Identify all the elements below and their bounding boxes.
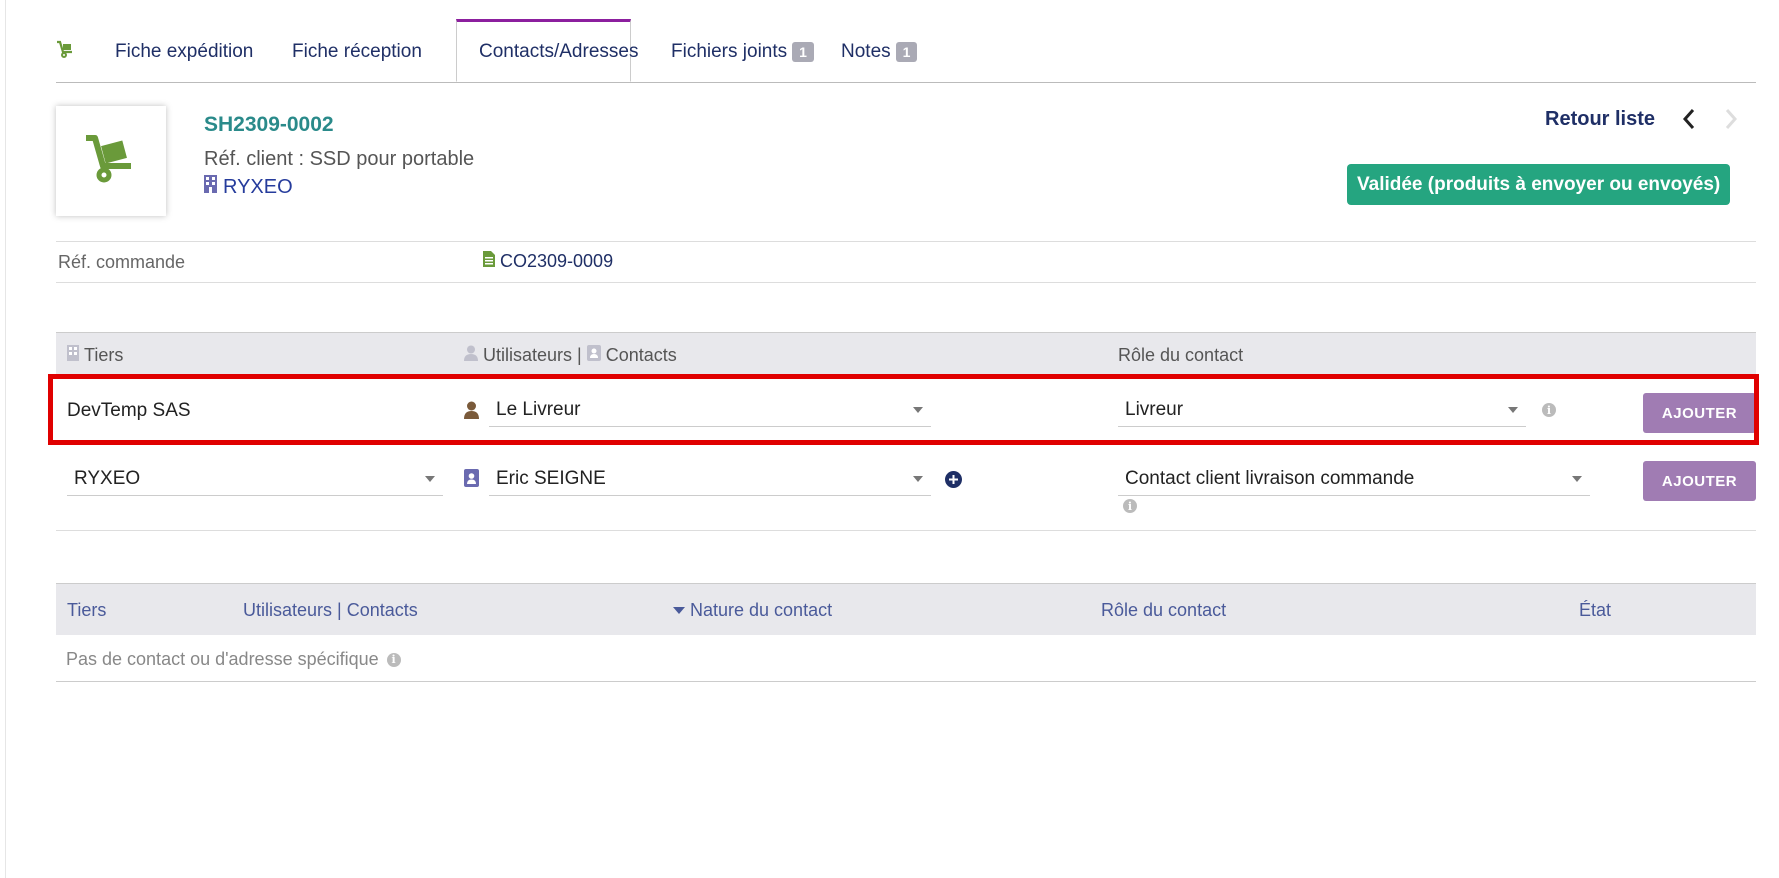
header-tiers[interactable]: Tiers xyxy=(67,600,106,621)
contact-card-icon xyxy=(464,469,479,487)
header-state[interactable]: État xyxy=(1579,600,1611,621)
order-ref-label: Réf. commande xyxy=(58,252,186,272)
chevron-left-icon[interactable] xyxy=(1682,106,1696,137)
contacts-list-header: Tiers Utilisateurs | Contacts Nature du … xyxy=(56,583,1756,635)
count-badge: 1 xyxy=(792,42,814,62)
header-nature-label: Nature du contact xyxy=(690,600,833,620)
tab-fichiers-joints[interactable]: Fichiers joints 1 xyxy=(649,21,836,83)
object-ref: SH2309-0002 xyxy=(204,113,334,136)
contact-select[interactable]: Eric SEIGNE xyxy=(489,462,931,496)
tab-label: Fiche réception xyxy=(292,41,422,62)
header-tiers: Tiers xyxy=(67,345,123,366)
info-icon[interactable]: i xyxy=(1123,499,1137,513)
tab-label: Notes xyxy=(841,41,891,62)
highlight-box xyxy=(48,374,1759,445)
building-icon xyxy=(204,175,217,199)
tab-contacts-adresses[interactable]: Contacts/Adresses xyxy=(456,19,638,82)
header-users-contacts: Utilisateurs | Contacts xyxy=(464,345,677,366)
empty-list-row: Pas de contact ou d'adresse spécifique i xyxy=(56,635,1756,682)
order-ref-link[interactable]: CO2309-0009 xyxy=(483,251,613,272)
tab-shipment-icon[interactable] xyxy=(56,21,76,83)
order-ref-row: Réf. commande CO2309-0009 xyxy=(56,241,1756,283)
tab-label: Fiche expédition xyxy=(115,41,254,62)
sort-down-icon xyxy=(673,607,685,614)
tab-notes[interactable]: Notes 1 xyxy=(819,21,939,83)
tab-fiche-reception[interactable]: Fiche réception xyxy=(270,21,444,83)
chevron-down-icon xyxy=(913,476,923,482)
shipment-cart-icon xyxy=(56,40,76,64)
document-icon xyxy=(483,251,495,272)
chevron-down-icon xyxy=(1572,476,1582,482)
header-separator: | xyxy=(577,345,582,365)
info-icon[interactable]: i xyxy=(386,652,401,667)
role-select-value: Contact client livraison commande xyxy=(1125,467,1415,489)
add-contact-plus-icon[interactable] xyxy=(945,471,962,488)
header-contacts-label: Contacts xyxy=(605,345,677,365)
add-contact-header: Tiers Utilisateurs | Contacts Rôle du co… xyxy=(56,332,1756,377)
empty-message-text: Pas de contact ou d'adresse spécifique xyxy=(66,649,379,669)
chevron-down-icon xyxy=(425,476,435,482)
contact-card-icon xyxy=(586,345,601,366)
header-role[interactable]: Rôle du contact xyxy=(1101,600,1226,621)
add-external-contact-row: RYXEO Eric SEIGNE Contact client livrais… xyxy=(56,443,1756,531)
empty-message: Pas de contact ou d'adresse spécifique i xyxy=(66,649,401,670)
thirdparty-select-value: RYXEO xyxy=(74,467,141,489)
tab-label: Fichiers joints xyxy=(671,41,788,62)
retour-liste-link[interactable]: Retour liste xyxy=(1545,108,1655,131)
ref-client: Réf. client : SSD pour portable xyxy=(204,148,475,170)
header-users-contacts[interactable]: Utilisateurs | Contacts xyxy=(243,600,418,621)
object-logo xyxy=(56,106,166,216)
header-role: Rôle du contact xyxy=(1118,345,1244,365)
thirdparty-select[interactable]: RYXEO xyxy=(67,462,443,496)
header-tiers-label: Tiers xyxy=(84,345,124,365)
building-icon xyxy=(67,345,79,366)
thirdparty-link[interactable]: RYXEO xyxy=(204,175,293,199)
shipment-cart-icon xyxy=(83,133,139,189)
status-badge: Validée (produits à envoyer ou envoyés) xyxy=(1347,164,1731,205)
chevron-right-icon xyxy=(1724,106,1738,137)
order-ref-value: CO2309-0009 xyxy=(500,251,614,271)
tab-fiche-expedition[interactable]: Fiche expédition xyxy=(93,21,275,83)
header-users-label: Utilisateurs xyxy=(483,345,573,365)
header-nature[interactable]: Nature du contact xyxy=(673,600,832,621)
page-left-border xyxy=(5,0,6,878)
external-role-select[interactable]: Contact client livraison commande xyxy=(1118,462,1590,496)
user-icon xyxy=(464,345,478,366)
contact-select-value: Eric SEIGNE xyxy=(496,467,606,489)
tab-label: Contacts/Adresses xyxy=(479,40,639,62)
add-external-button[interactable]: AJOUTER xyxy=(1643,461,1756,501)
count-badge: 1 xyxy=(895,42,918,62)
tab-bar: Fiche expédition Fiche réception Contact… xyxy=(56,19,1756,83)
thirdparty-name: RYXEO xyxy=(223,175,293,198)
